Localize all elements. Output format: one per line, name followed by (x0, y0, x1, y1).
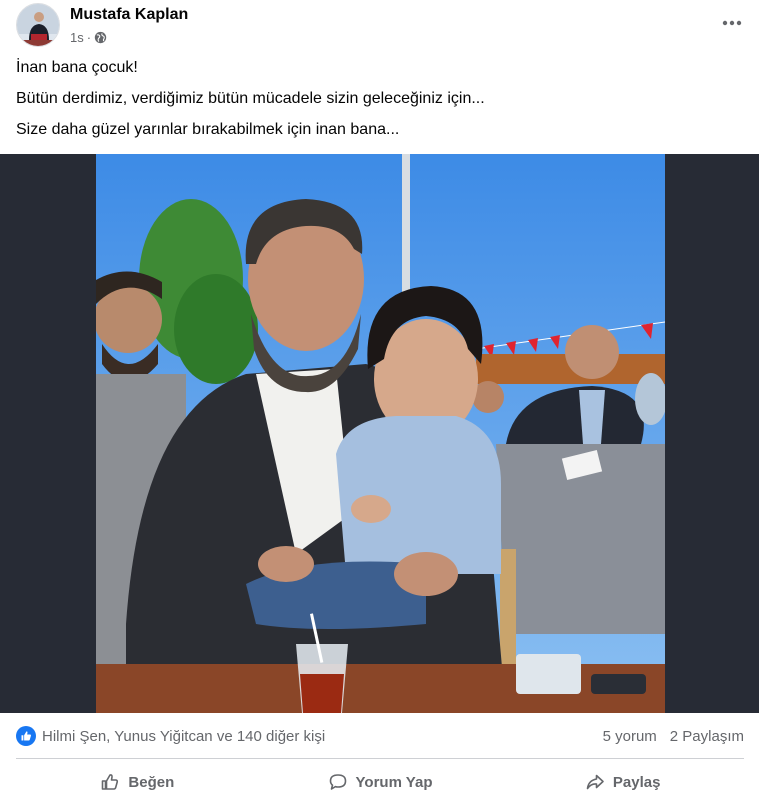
post-time[interactable]: 1s (70, 30, 84, 45)
post-photo[interactable] (96, 154, 665, 713)
thumbs-up-outline-icon (102, 774, 119, 790)
shares-count[interactable]: 2 Paylaşım (670, 728, 744, 745)
thumbs-up-icon (21, 731, 31, 741)
share-label: Paylaş (612, 773, 661, 791)
comments-count[interactable]: 5 yorum (603, 728, 657, 745)
post-line: Size daha güzel yarınlar bırakabilmek iç… (16, 121, 400, 138)
post-header: Mustafa Kaplan 1s · (16, 3, 744, 51)
action-bar: Beğen Yorum Yap Paylaş (16, 762, 744, 802)
post-stats: Hilmi Şen, Yunus Yiğitcan ve 140 diğer k… (16, 724, 744, 750)
post-line: Bütün derdimiz, verdiğimiz bütün mücadel… (16, 90, 485, 107)
avatar[interactable] (16, 3, 60, 47)
engagement-counts: 5 yorum 2 Paylaşım (603, 728, 744, 745)
post-photo-container[interactable] (0, 154, 759, 713)
post-meta: 1s · (70, 30, 107, 45)
post-line: İnan bana çocuk! (16, 59, 138, 76)
like-button[interactable]: Beğen (16, 762, 259, 802)
share-icon (586, 774, 604, 790)
author-name[interactable]: Mustafa Kaplan (70, 6, 188, 24)
comment-icon (329, 774, 346, 790)
more-options-button[interactable] (720, 13, 744, 33)
post-text: İnan bana çocuk! Bütün derdimiz, verdiği… (16, 58, 736, 151)
share-button[interactable]: Paylaş (501, 762, 744, 802)
comment-button[interactable]: Yorum Yap (259, 762, 502, 802)
avatar-image (17, 4, 59, 46)
reactions-summary[interactable]: Hilmi Şen, Yunus Yiğitcan ve 140 diğer k… (16, 726, 325, 746)
like-icon (16, 726, 36, 746)
globe-icon (94, 31, 107, 44)
divider (16, 758, 744, 759)
comment-label: Yorum Yap (355, 773, 433, 791)
meta-separator: · (86, 30, 92, 45)
like-label: Beğen (128, 773, 175, 791)
more-horizontal-icon (722, 20, 742, 26)
reactors-text[interactable]: Hilmi Şen, Yunus Yiğitcan ve 140 diğer k… (42, 728, 325, 745)
